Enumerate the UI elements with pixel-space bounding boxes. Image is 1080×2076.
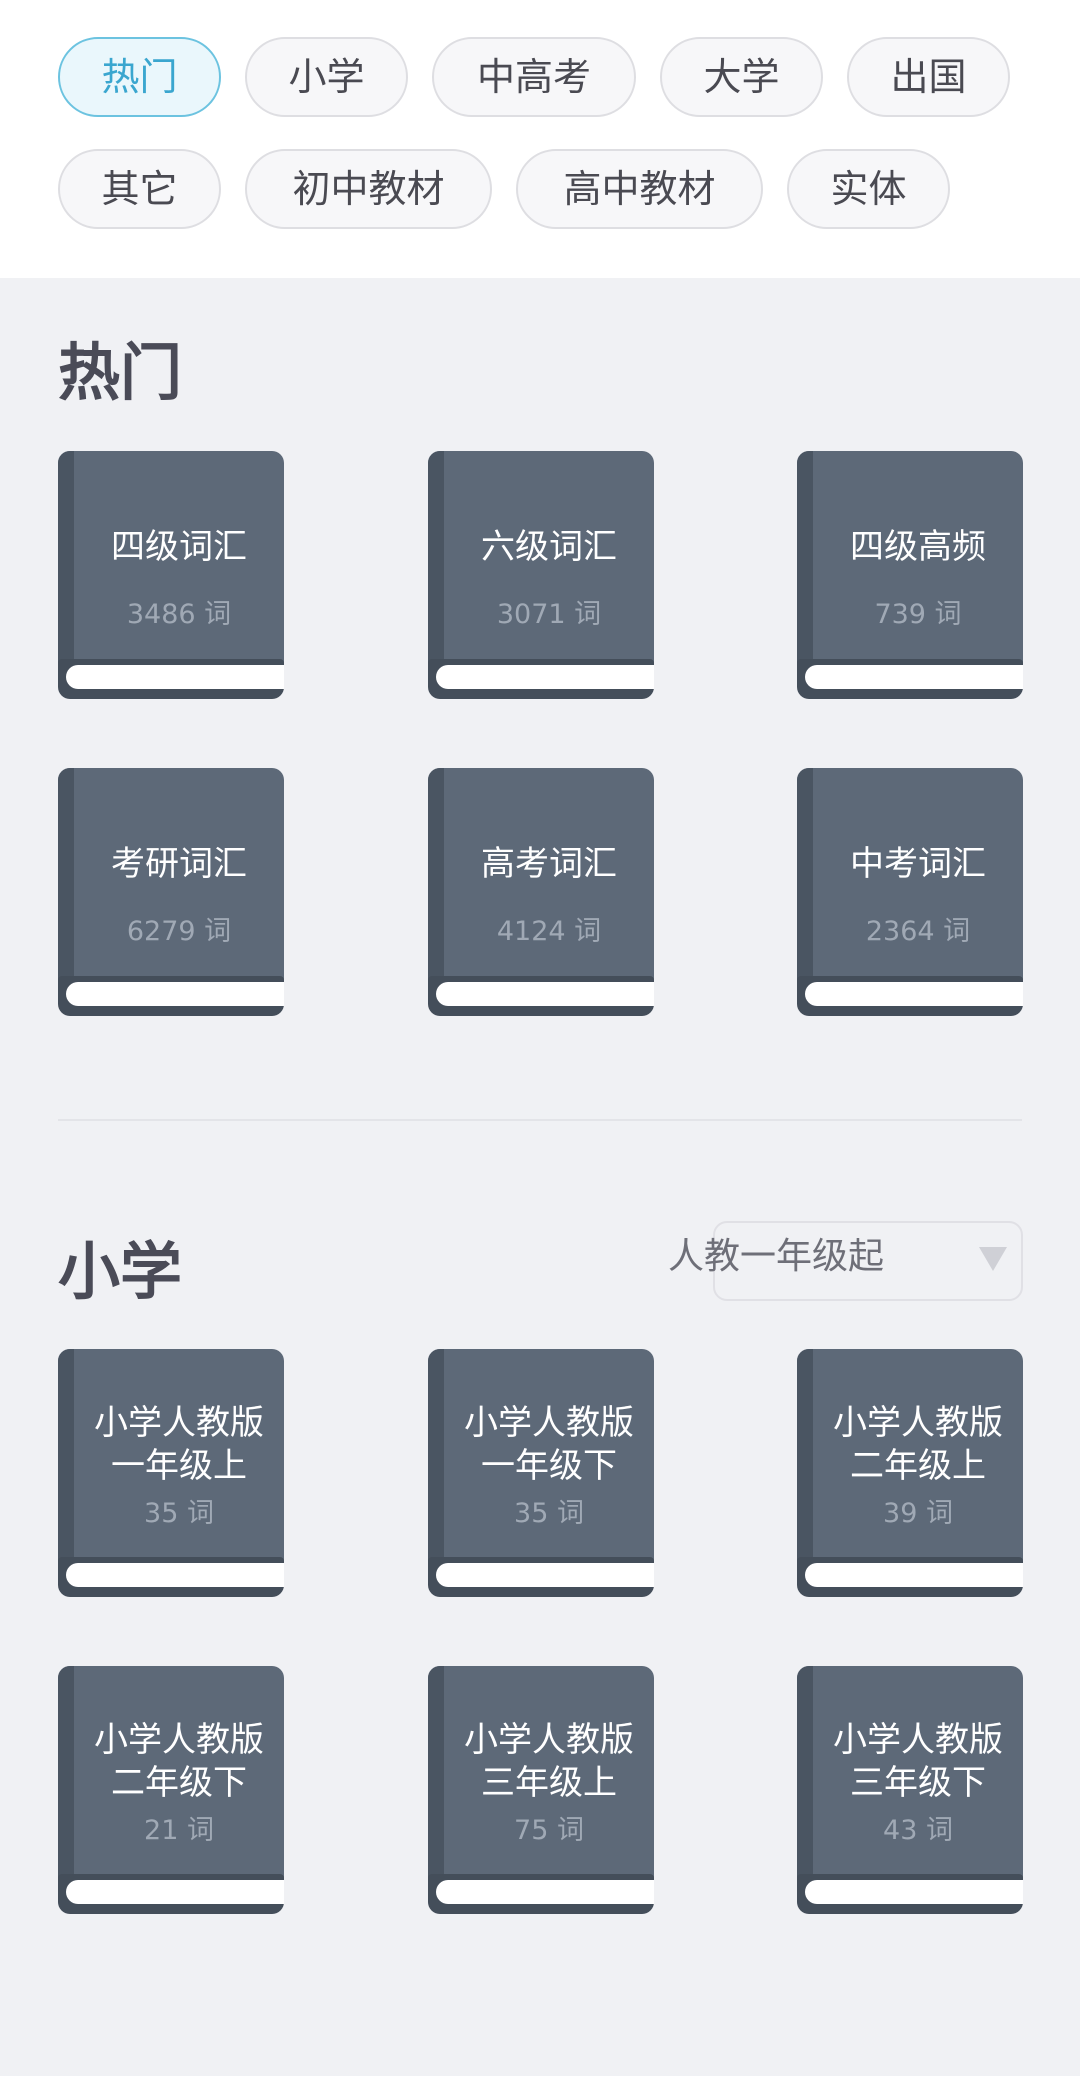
book-name-line2: 三年级下 <box>850 1763 986 1803</box>
book-name-line1: 小学人教版 <box>833 1720 1003 1760</box>
filter-pill-junior-textbook[interactable]: 初中教材 <box>245 149 492 229</box>
book-word-count: 35 词 <box>144 1498 214 1529</box>
filter-pill-senior-textbook[interactable]: 高中教材 <box>516 149 763 229</box>
caret-down-icon <box>979 1247 1007 1271</box>
book-name-line2: 一年级下 <box>481 1446 617 1486</box>
section-title-hot: 热门 <box>58 336 183 409</box>
filter-pill-primary[interactable]: 小学 <box>245 37 408 117</box>
book-word-count: 21 词 <box>144 1815 214 1846</box>
book-name-line1: 小学人教版 <box>464 1720 634 1760</box>
book-name-line2: 二年级下 <box>111 1763 247 1803</box>
book-name-line1: 小学人教版 <box>464 1403 634 1443</box>
book-word-count: 35 词 <box>514 1498 584 1529</box>
book-word-count: 2364 词 <box>865 916 971 947</box>
book-card[interactable]: 高考词汇 4124 词 <box>428 768 654 1016</box>
filter-pill-exam[interactable]: 中高考 <box>432 37 636 117</box>
section-title-primary: 小学 <box>58 1235 183 1308</box>
book-name: 中考词汇 <box>850 844 986 884</box>
book-word-count: 3486 词 <box>126 599 232 630</box>
category-filter-bar: 热门 小学 中高考 大学 出国 其它 初中教材 高中教材 实体 <box>0 0 1080 278</box>
book-card[interactable]: 小学人教版 三年级上 75 词 <box>428 1666 654 1914</box>
book-name-line1: 小学人教版 <box>833 1403 1003 1443</box>
book-name: 高考词汇 <box>481 844 617 884</box>
book-word-count: 3071 词 <box>496 599 602 630</box>
book-name: 考研词汇 <box>111 844 247 884</box>
edition-dropdown-value: 人教一年级起 <box>668 1236 885 1277</box>
filter-pill-hot[interactable]: 热门 <box>58 37 221 117</box>
book-name: 四级词汇 <box>111 527 247 567</box>
book-name-line2: 三年级上 <box>481 1763 617 1803</box>
book-card[interactable]: 小学人教版 二年级上 39 词 <box>797 1349 1023 1597</box>
book-name-line1: 小学人教版 <box>94 1403 264 1443</box>
book-word-count: 739 词 <box>874 599 962 630</box>
book-card[interactable]: 六级词汇 3071 词 <box>428 451 654 699</box>
book-card[interactable]: 小学人教版 二年级下 21 词 <box>58 1666 284 1914</box>
filter-pill-other[interactable]: 其它 <box>58 149 221 229</box>
book-name-line1: 小学人教版 <box>94 1720 264 1760</box>
book-name: 四级高频 <box>850 527 986 567</box>
book-word-count: 4124 词 <box>496 916 602 947</box>
section-divider <box>58 1119 1022 1121</box>
book-card[interactable]: 小学人教版 一年级上 35 词 <box>58 1349 284 1597</box>
filter-pill-university[interactable]: 大学 <box>660 37 823 117</box>
filter-pill-physical[interactable]: 实体 <box>787 149 950 229</box>
book-name: 六级词汇 <box>481 527 617 567</box>
book-card[interactable]: 小学人教版 一年级下 35 词 <box>428 1349 654 1597</box>
book-card[interactable]: 中考词汇 2364 词 <box>797 768 1023 1016</box>
book-name-line2: 二年级上 <box>850 1446 986 1486</box>
book-word-count: 75 词 <box>514 1815 584 1846</box>
book-card[interactable]: 考研词汇 6279 词 <box>58 768 284 1016</box>
filter-pill-abroad[interactable]: 出国 <box>847 37 1010 117</box>
book-word-count: 43 词 <box>883 1815 953 1846</box>
book-card[interactable]: 四级高频 739 词 <box>797 451 1023 699</box>
book-card[interactable]: 四级词汇 3486 词 <box>58 451 284 699</box>
book-word-count: 39 词 <box>883 1498 953 1529</box>
book-card[interactable]: 小学人教版 三年级下 43 词 <box>797 1666 1023 1914</box>
book-name-line2: 一年级上 <box>111 1446 247 1486</box>
book-word-count: 6279 词 <box>126 916 232 947</box>
